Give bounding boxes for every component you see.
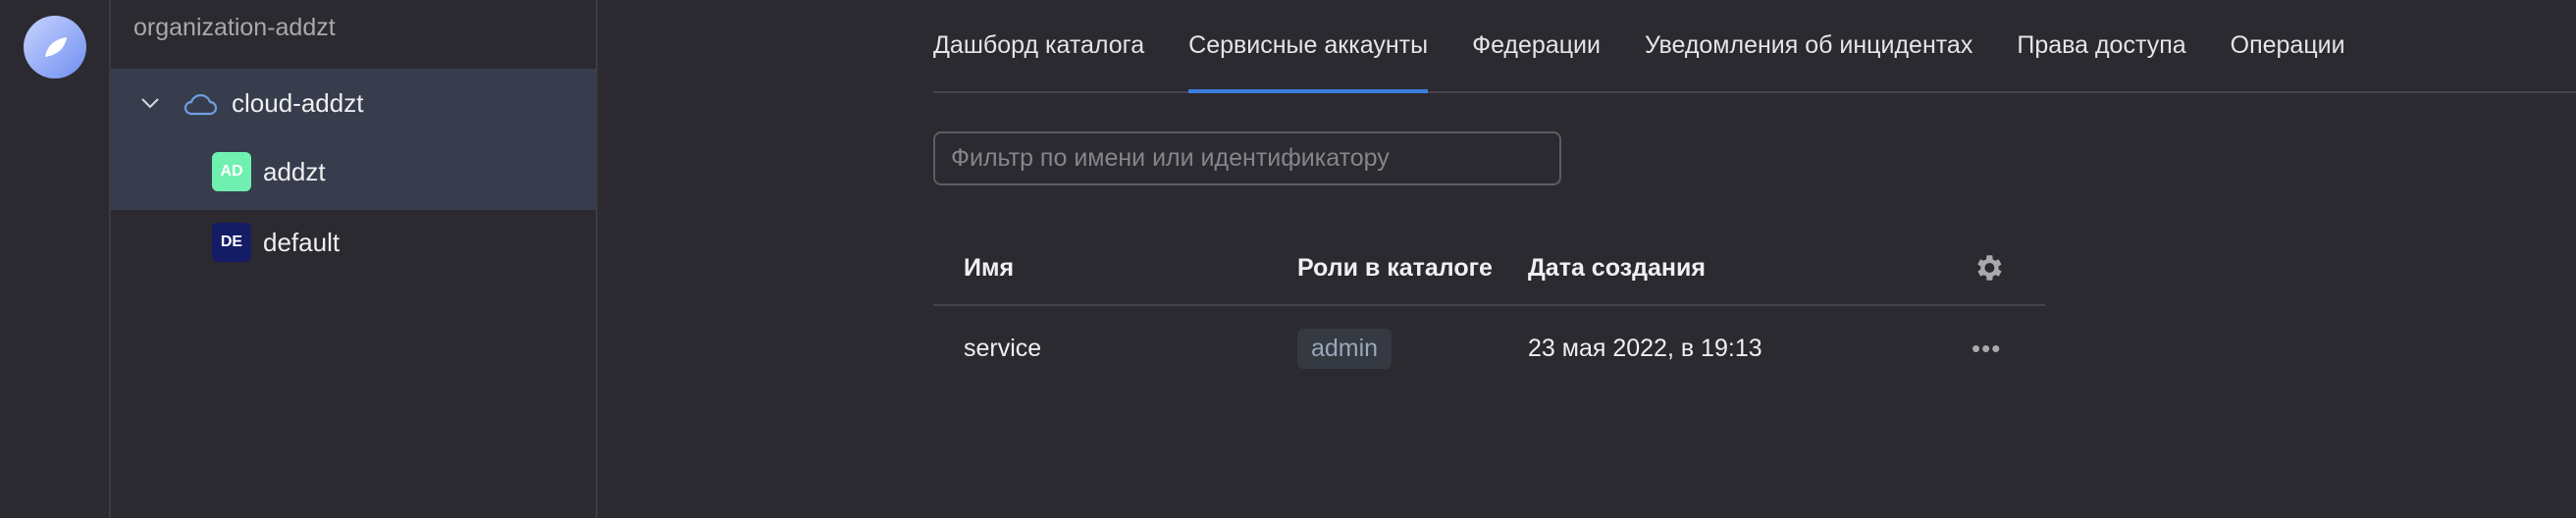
table-settings-button[interactable]: [1971, 232, 2005, 304]
gear-icon[interactable]: [1971, 251, 2005, 285]
table-row[interactable]: service admin 23 мая 2022, в 19:13 •••: [933, 306, 2045, 390]
tab-federations[interactable]: Федерации: [1472, 0, 1601, 91]
tab-operations[interactable]: Операции: [2231, 0, 2345, 91]
organization-name[interactable]: organization-addzt: [133, 14, 336, 42]
folder-label: addzt: [263, 156, 326, 186]
app-rail: [0, 0, 111, 518]
service-account-name[interactable]: service: [964, 306, 1041, 390]
column-roles[interactable]: Роли в каталоге: [1297, 232, 1493, 304]
table-header: Имя Роли в каталоге Дата создания: [933, 232, 2045, 306]
folder-badge: AD: [212, 152, 251, 191]
created-date: 23 мая 2022, в 19:13: [1528, 334, 1762, 362]
resource-tree: organization-addzt cloud-addzt AD addzt …: [111, 0, 598, 518]
tab-service-accounts[interactable]: Сервисные аккаунты: [1188, 0, 1428, 93]
tab-access-rights[interactable]: Права доступа: [2017, 0, 2185, 91]
column-created[interactable]: Дата создания: [1528, 232, 1706, 304]
role-badge: admin: [1297, 328, 1393, 369]
cloud-icon: [184, 94, 217, 116]
tab-catalog-dashboard[interactable]: Дашборд каталога: [933, 0, 1144, 91]
chevron-down-icon[interactable]: [138, 91, 162, 115]
tree-item-cloud[interactable]: cloud-addzt: [111, 69, 596, 137]
tab-incident-notifications[interactable]: Уведомления об инцидентах: [1645, 0, 1972, 91]
tree-item-folder[interactable]: AD addzt: [111, 137, 596, 206]
filter-input[interactable]: [933, 131, 1561, 185]
column-name[interactable]: Имя: [964, 232, 1014, 304]
folder-label: default: [263, 227, 341, 257]
folder-badge: DE: [212, 223, 251, 262]
tab-bar: Дашборд каталога Сервисные аккаунты Феде…: [933, 0, 2576, 93]
cloud-label: cloud-addzt: [232, 87, 364, 118]
tree-item-folder[interactable]: DE default: [111, 208, 596, 277]
more-actions-icon[interactable]: •••: [1971, 306, 2001, 390]
app-logo-icon[interactable]: [24, 16, 86, 78]
